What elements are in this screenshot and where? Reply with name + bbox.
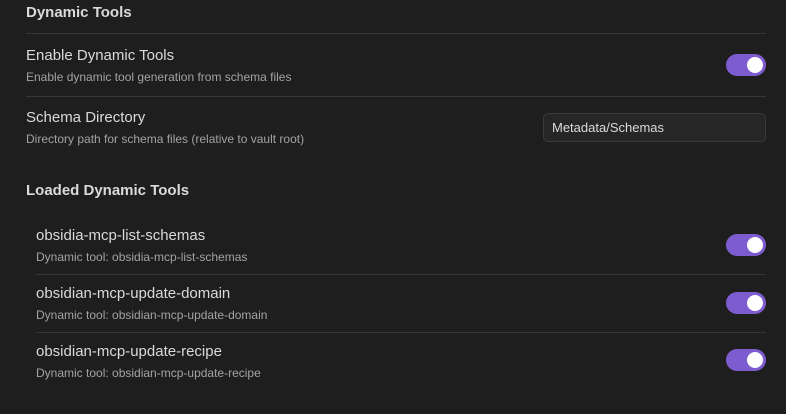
toggle-knob — [747, 295, 763, 311]
setting-schema-directory: Schema Directory Directory path for sche… — [26, 97, 766, 159]
schema-directory-input[interactable] — [543, 113, 766, 142]
toggle-knob — [747, 352, 763, 368]
setting-description: Directory path for schema files (relativ… — [26, 132, 305, 146]
setting-name: Enable Dynamic Tools — [26, 47, 175, 64]
section-heading-loaded-dynamic-tools: Loaded Dynamic Tools — [26, 182, 190, 199]
tool-description: Dynamic tool: obsidian-mcp-update-recipe — [36, 366, 261, 380]
enable-dynamic-tools-toggle[interactable] — [726, 54, 766, 76]
setting-enable-dynamic-tools: Enable Dynamic Tools Enable dynamic tool… — [26, 34, 766, 96]
tool-description: Dynamic tool: obsidian-mcp-update-domain — [36, 308, 268, 322]
toggle-knob — [747, 237, 763, 253]
tool-row-update-domain: obsidian-mcp-update-domain Dynamic tool:… — [36, 275, 766, 332]
tool-name: obsidian-mcp-update-recipe — [36, 343, 222, 360]
setting-description: Enable dynamic tool generation from sche… — [26, 70, 292, 84]
tool-row-list-schemas: obsidia-mcp-list-schemas Dynamic tool: o… — [36, 216, 766, 274]
tool-description: Dynamic tool: obsidia-mcp-list-schemas — [36, 250, 248, 264]
tool-toggle-list-schemas[interactable] — [726, 234, 766, 256]
tool-name: obsidia-mcp-list-schemas — [36, 227, 206, 244]
tool-row-update-recipe: obsidian-mcp-update-recipe Dynamic tool:… — [36, 333, 766, 391]
tool-name: obsidian-mcp-update-domain — [36, 285, 231, 302]
toggle-knob — [747, 57, 763, 73]
setting-name: Schema Directory — [26, 109, 146, 126]
tool-toggle-update-domain[interactable] — [726, 292, 766, 314]
settings-page: Dynamic Tools Enable Dynamic Tools Enabl… — [0, 0, 786, 414]
section-heading-dynamic-tools: Dynamic Tools — [26, 4, 132, 21]
tool-toggle-update-recipe[interactable] — [726, 349, 766, 371]
